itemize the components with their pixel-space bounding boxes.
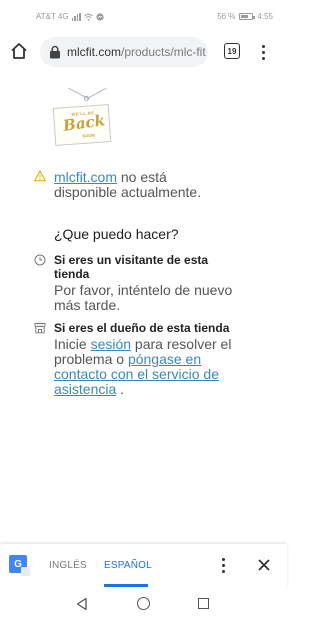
wifi-icon — [83, 13, 93, 21]
url-path: /products/mlc-fit — [121, 45, 206, 59]
status-bar: AT&T 4G 56 % 4:55 — [0, 0, 287, 34]
system-nav-bar — [0, 588, 287, 620]
owner-title: Si eres el dueño de esta tienda — [54, 321, 230, 335]
visitor-body: Por favor, inténtelo de nuevo más tarde. — [54, 282, 233, 313]
site-link[interactable]: mlcfit.com — [54, 169, 117, 185]
store-icon — [34, 323, 46, 334]
visitor-section: Si eres un visitante de esta tienda Por … — [34, 253, 274, 313]
section-heading: ¿Que puedo hacer? — [54, 226, 179, 242]
translate-bar: G INGLÉS ESPAÑOL — [0, 544, 287, 588]
status-right: 56 % 4:55 — [217, 12, 273, 21]
address-bar[interactable]: mlcfit.com/products/mlc-fit — [40, 37, 208, 67]
google-translate-icon: G — [9, 555, 30, 576]
target-language-tab[interactable]: ESPAÑOL — [104, 560, 152, 571]
status-left: AT&T 4G — [36, 12, 104, 21]
url-text: mlcfit.com/products/mlc-fit — [67, 45, 207, 59]
browser-toolbar: mlcfit.com/products/mlc-fit 19 — [0, 34, 287, 70]
contact-support-link-3[interactable]: asistencia — [54, 381, 116, 397]
active-tab-indicator — [104, 584, 148, 587]
tab-switcher-button[interactable]: 19 — [224, 43, 240, 59]
messenger-icon — [96, 12, 104, 21]
battery-icon — [239, 13, 256, 20]
clock-time: 4:55 — [257, 12, 273, 21]
translate-menu-icon[interactable] — [220, 556, 226, 574]
contact-support-link-2[interactable]: contacto con el servicio de — [54, 366, 219, 382]
recents-icon[interactable] — [198, 598, 209, 609]
home-icon[interactable] — [9, 41, 29, 61]
clock-icon — [34, 254, 46, 266]
contact-support-link[interactable]: póngase en — [128, 351, 201, 367]
back-soon-illustration: WE'LL BE Back SOON! — [52, 87, 118, 152]
battery-percent: 56 % — [217, 12, 236, 21]
owner-body: Inicie sesión para resolver el problema … — [54, 336, 232, 397]
sign-nail — [84, 96, 89, 101]
unavailable-notice: mlcfit.com no está disponible actualment… — [34, 170, 274, 200]
home-nav-icon[interactable] — [137, 597, 150, 610]
carrier-label: AT&T 4G — [36, 12, 69, 21]
url-domain: mlcfit.com — [67, 45, 121, 59]
owner-section: Si eres el dueño de esta tienda Inicie s… — [34, 321, 274, 397]
more-vert-icon[interactable] — [258, 42, 268, 62]
source-language-tab[interactable]: INGLÉS — [49, 560, 87, 571]
warning-icon — [34, 170, 46, 182]
login-link[interactable]: sesión — [91, 336, 131, 352]
notice-text: mlcfit.com no está disponible actualment… — [54, 169, 202, 200]
signal-icon — [71, 12, 81, 21]
lock-icon — [50, 45, 60, 59]
visitor-title: Si eres un visitante de esta tienda — [54, 253, 209, 281]
back-icon[interactable] — [75, 597, 89, 611]
close-icon[interactable] — [256, 557, 272, 573]
